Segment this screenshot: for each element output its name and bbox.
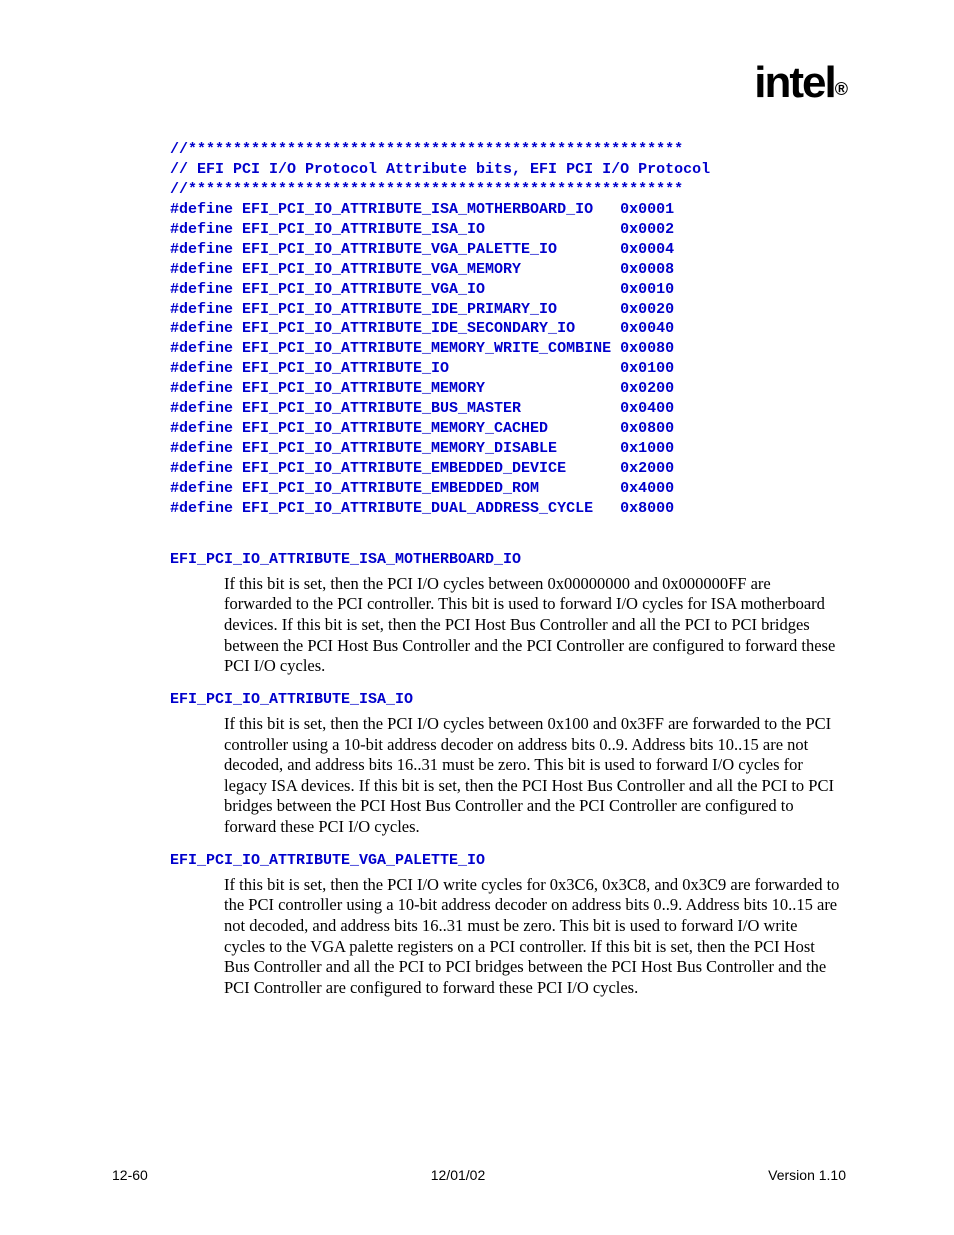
- footer-version: Version 1.10: [768, 1167, 846, 1183]
- definition-text: If this bit is set, then the PCI I/O cyc…: [224, 574, 846, 677]
- footer-page: 12-60: [112, 1167, 148, 1183]
- definition-term: EFI_PCI_IO_ATTRIBUTE_VGA_PALETTE_IO: [170, 852, 846, 869]
- definition-term: EFI_PCI_IO_ATTRIBUTE_ISA_IO: [170, 691, 846, 708]
- definition-text: If this bit is set, then the PCI I/O cyc…: [224, 714, 846, 838]
- intel-logo: intel®: [754, 58, 846, 108]
- footer-date: 12/01/02: [431, 1167, 486, 1183]
- definition-text: If this bit is set, then the PCI I/O wri…: [224, 875, 846, 999]
- page-content: //**************************************…: [170, 140, 846, 998]
- logo-text: intel: [754, 58, 834, 107]
- definition-term: EFI_PCI_IO_ATTRIBUTE_ISA_MOTHERBOARD_IO: [170, 551, 846, 568]
- logo-r: ®: [835, 79, 846, 99]
- code-block: //**************************************…: [170, 140, 846, 519]
- description-block: EFI_PCI_IO_ATTRIBUTE_ISA_MOTHERBOARD_IO I…: [170, 551, 846, 999]
- page-footer: 12-60 12/01/02 Version 1.10: [112, 1167, 846, 1183]
